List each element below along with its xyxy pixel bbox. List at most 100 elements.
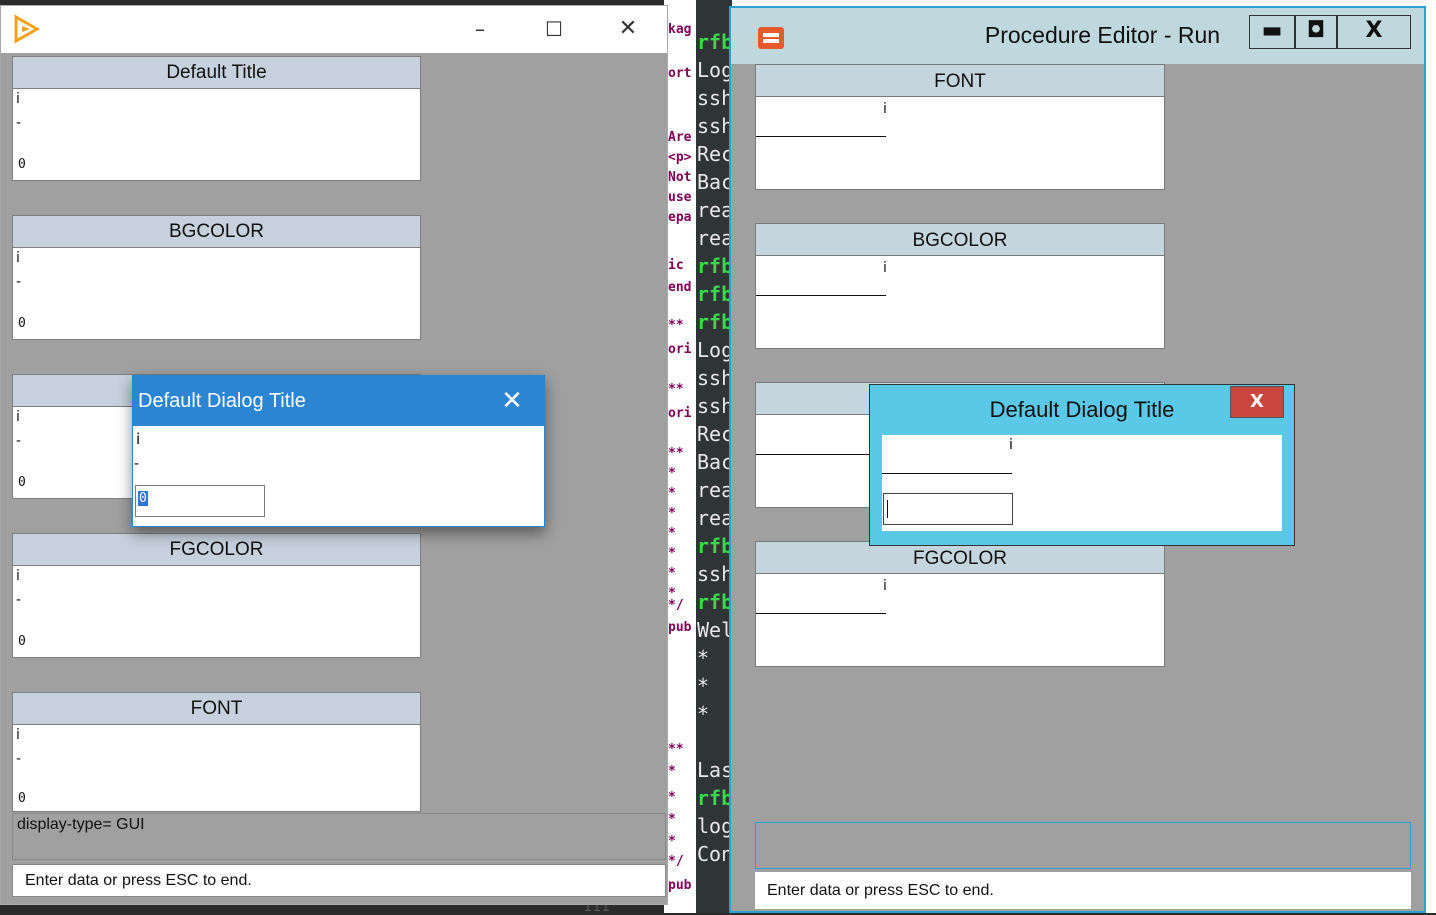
dialog-input[interactable] — [883, 493, 1013, 525]
frame-line: - — [16, 592, 22, 608]
code-fragment: * — [668, 466, 676, 481]
close-button[interactable]: X — [1337, 15, 1411, 49]
code-fragment: ** — [668, 318, 684, 333]
code-fragment: * — [668, 764, 676, 779]
dialog-input-value: 0 — [138, 491, 148, 506]
code-line: Rec — [697, 142, 734, 166]
code-line: ssh — [697, 562, 734, 586]
close-button[interactable]: ✕ — [613, 14, 643, 44]
frame-title: FONT — [756, 65, 1164, 97]
app-logo-icon — [14, 14, 41, 44]
code-line: rfb — [697, 590, 734, 614]
left-window-titlebar: – ☐ ✕ — [1, 6, 667, 53]
right-dialog: Default Dialog Title X i — [869, 384, 1295, 546]
dialog-line: i — [136, 430, 141, 448]
code-line: rfb — [697, 282, 734, 306]
prompt-message: Enter data or press ESC to end. — [12, 864, 666, 897]
code-fragment: ** — [668, 446, 684, 461]
frame-underline — [756, 136, 886, 137]
dialog-title: Default Dialog Title — [133, 376, 544, 426]
code-fragment: pub — [668, 620, 692, 635]
code-fragment: use — [668, 190, 692, 205]
frame-value[interactable]: 0 — [18, 157, 26, 172]
code-line: rfb — [697, 534, 734, 558]
code-fragment: * — [668, 486, 676, 501]
frame-default-title: Default Title i - 0 — [12, 56, 421, 181]
code-line: rea — [697, 198, 734, 222]
code-fragment: ori — [668, 342, 692, 357]
frame-line: - — [16, 433, 22, 449]
frame-line: i — [16, 91, 20, 107]
status-message: display-type= GUI — [12, 813, 666, 860]
frame-title: Default Title — [13, 57, 420, 89]
code-line: Log — [697, 58, 734, 82]
code-fragment: * — [668, 526, 676, 541]
code-fragment: * — [668, 566, 676, 581]
frame-value[interactable]: 0 — [18, 634, 26, 649]
frame-line: - — [16, 751, 22, 767]
frame-title: FONT — [13, 693, 420, 725]
frame-value[interactable]: 0 — [18, 475, 26, 490]
code-fragment: ** — [668, 382, 684, 397]
frame-value[interactable]: 0 — [18, 316, 26, 331]
code-fragment: */ — [668, 854, 684, 869]
code-line: Bac — [697, 170, 734, 194]
code-line: rfb — [697, 254, 734, 278]
code-line: rea — [697, 226, 734, 250]
frame-title: BGCOLOR — [756, 224, 1164, 256]
frame-font: FONT i - 0 — [12, 692, 421, 812]
text-cursor — [887, 500, 888, 518]
frame-title: BGCOLOR — [13, 216, 420, 248]
code-line: Wel — [697, 618, 734, 642]
code-line: ssh — [697, 394, 734, 418]
frame-underline — [756, 454, 886, 455]
dialog-input[interactable]: 0 — [135, 485, 265, 517]
dialog-mark: i — [1009, 437, 1013, 453]
minimize-button[interactable]: ▬ — [1249, 15, 1295, 49]
code-line: Rec — [697, 422, 734, 446]
code-fragment: pub — [668, 878, 692, 893]
code-line: Bac — [697, 450, 734, 474]
code-line: * — [697, 674, 710, 698]
code-line: log — [697, 814, 734, 838]
dialog-close-icon[interactable]: ✕ — [494, 376, 530, 426]
frame-bgcolor: BGCOLOR i — [755, 223, 1165, 349]
frame-line: i — [16, 250, 20, 266]
minimize-button[interactable]: – — [465, 14, 495, 44]
code-line: rfb — [697, 310, 734, 334]
frame-fgcolor: FGCOLOR i - 0 — [12, 533, 421, 658]
frame-underline — [756, 613, 886, 614]
code-line: rfb — [697, 786, 734, 810]
code-line: ssh — [697, 114, 734, 138]
code-line: ssh — [697, 86, 734, 110]
frame-value[interactable]: 0 — [18, 791, 26, 806]
frame-mark: i — [883, 101, 887, 117]
frame-line: - — [16, 274, 22, 290]
code-fragment: epa — [668, 210, 692, 225]
code-fragment: */ — [668, 598, 684, 613]
code-fragment: * — [668, 546, 676, 561]
frame-mark: i — [883, 578, 887, 594]
left-dialog: Default Dialog Title ✕ i - 0 — [132, 375, 545, 527]
code-fragment: kag — [668, 22, 692, 37]
prompt-message: Enter data or press ESC to end. — [755, 872, 1411, 909]
code-line: Log — [697, 338, 734, 362]
frame-line: i — [16, 409, 20, 425]
code-line: * — [697, 646, 710, 670]
code-line: Las — [697, 758, 734, 782]
code-fragment: * — [668, 812, 676, 827]
code-line: Con — [697, 842, 734, 866]
frame-line: i — [16, 727, 20, 743]
code-fragment: Are — [668, 130, 692, 145]
dialog-close-button[interactable]: X — [1230, 386, 1284, 418]
frame-font: FONT i — [755, 64, 1165, 190]
code-line: rea — [697, 478, 734, 502]
code-fragment: end — [668, 280, 692, 295]
code-fragment: * — [668, 834, 676, 849]
maximize-button[interactable]: ◘ — [1295, 15, 1337, 49]
frame-bgcolor: BGCOLOR i - 0 — [12, 215, 421, 340]
maximize-button[interactable]: ☐ — [539, 14, 569, 44]
code-fragment: ort — [668, 66, 692, 81]
dialog-underline — [882, 473, 1012, 474]
frame-title: FGCOLOR — [756, 542, 1164, 574]
